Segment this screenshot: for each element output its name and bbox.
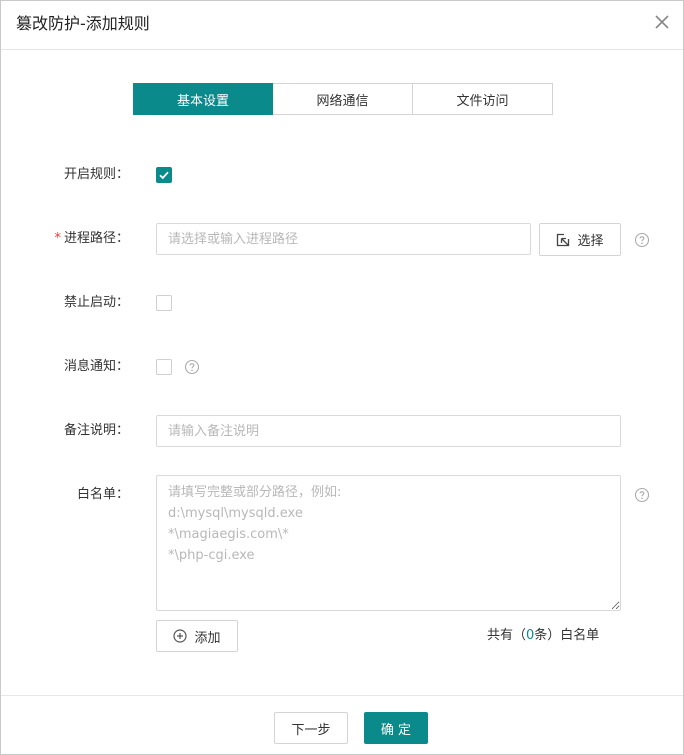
forbid-start-checkbox[interactable]: [156, 295, 172, 311]
enable-rule-checkbox[interactable]: [156, 167, 172, 183]
cursor-select-icon: [556, 233, 570, 247]
whitelist-label: 白名单：: [76, 487, 129, 502]
add-button-label: 添加: [194, 630, 221, 646]
dialog-title: 篡改防护-添加规则: [16, 14, 150, 33]
process-path-input[interactable]: [156, 223, 531, 255]
remark-label: 备注说明：: [63, 423, 129, 438]
tab-network-communication[interactable]: 网络通信: [273, 83, 413, 115]
whitelist-help-icon[interactable]: [634, 487, 650, 503]
process-path-label-text: 进程路径：: [63, 231, 129, 246]
add-whitelist-button[interactable]: 添加: [156, 620, 238, 652]
process-path-help-icon[interactable]: [634, 232, 650, 248]
check-icon: [159, 171, 169, 180]
message-notify-help-icon[interactable]: [184, 359, 200, 375]
dialog-header: 篡改防护-添加规则: [1, 1, 683, 50]
add-rule-dialog: 篡改防护-添加规则 基本设置 网络通信 文件访问 开启规则： *进程路径： 选择: [0, 0, 684, 755]
message-notify-checkbox[interactable]: [156, 359, 172, 375]
whitelist-count: 共有（0条）白名单: [487, 627, 599, 645]
tab-file-access[interactable]: 文件访问: [413, 83, 553, 115]
plus-circle-icon: [173, 629, 188, 643]
next-step-button[interactable]: 下一步: [274, 712, 348, 744]
enable-rule-label: 开启规则：: [63, 167, 129, 182]
required-mark: *: [54, 231, 61, 246]
tab-basic-settings[interactable]: 基本设置: [133, 83, 273, 115]
select-process-button[interactable]: 选择: [539, 223, 621, 256]
remark-input[interactable]: [156, 415, 621, 447]
count-prefix: 共有（: [487, 628, 527, 643]
select-button-label: 选择: [577, 234, 604, 249]
count-suffix: 条）白名单: [534, 628, 600, 643]
dialog-footer: 下一步 确 定: [1, 695, 683, 754]
message-notify-label: 消息通知：: [63, 359, 129, 374]
confirm-button[interactable]: 确 定: [364, 712, 428, 744]
close-icon[interactable]: [653, 13, 671, 31]
process-path-label: * 进程路径：: [1, 230, 129, 248]
whitelist-textarea[interactable]: [156, 475, 621, 611]
tab-bar: 基本设置 网络通信 文件访问: [133, 83, 553, 115]
forbid-start-label: 禁止启动：: [63, 295, 129, 310]
